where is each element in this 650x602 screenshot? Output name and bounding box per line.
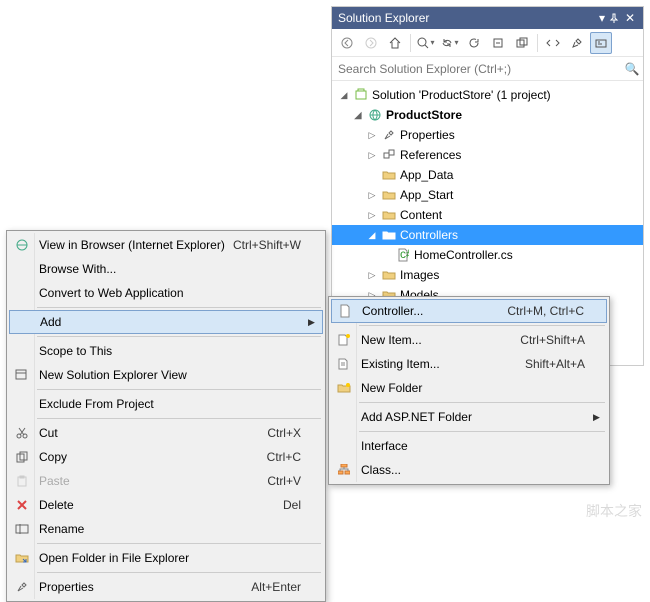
pin-icon[interactable] <box>609 13 623 23</box>
menu-separator <box>359 431 605 432</box>
code-button[interactable] <box>542 32 564 54</box>
folder-open-icon <box>381 227 397 243</box>
menu-interface[interactable]: Interface <box>331 434 607 458</box>
menu-new-view[interactable]: New Solution Explorer View <box>9 363 323 387</box>
menu-new-folder[interactable]: New Folder <box>331 376 607 400</box>
scope-button[interactable] <box>415 32 437 54</box>
home-button[interactable] <box>384 32 406 54</box>
menu-exclude[interactable]: Exclude From Project <box>9 392 323 416</box>
project-node[interactable]: ◢ProductStore <box>332 105 643 125</box>
close-icon[interactable]: ✕ <box>623 7 637 29</box>
menu-separator <box>37 307 321 308</box>
watermark: 脚本之家 <box>586 501 642 521</box>
tree-node-content[interactable]: ▷Content <box>332 205 643 225</box>
tree-node-properties[interactable]: ▷Properties <box>332 125 643 145</box>
menu-class[interactable]: Class... <box>331 458 607 482</box>
paste-icon <box>9 475 35 487</box>
back-button[interactable] <box>336 32 358 54</box>
submenu-arrow-icon: ▶ <box>593 412 607 423</box>
menu-separator <box>37 389 321 390</box>
new-view-icon <box>9 369 35 381</box>
menu-separator <box>359 325 605 326</box>
folder-icon <box>381 207 397 223</box>
menu-properties[interactable]: PropertiesAlt+Enter <box>9 575 323 599</box>
rename-icon <box>9 524 35 534</box>
refresh-button[interactable] <box>463 32 485 54</box>
menu-scope[interactable]: Scope to This <box>9 339 323 363</box>
menu-paste: PasteCtrl+V <box>9 469 323 493</box>
open-folder-icon <box>9 552 35 564</box>
tree-node-references[interactable]: ▷References <box>332 145 643 165</box>
menu-separator <box>37 418 321 419</box>
menu-open-folder[interactable]: Open Folder in File Explorer <box>9 546 323 570</box>
menu-add[interactable]: Add▶ <box>9 310 323 334</box>
properties-button[interactable] <box>566 32 588 54</box>
toolbar-sep <box>410 34 411 52</box>
delete-icon <box>9 499 35 511</box>
panel-menu-icon[interactable]: ▾ <box>595 7 609 29</box>
menu-view-in-browser[interactable]: View in Browser (Internet Explorer)Ctrl+… <box>9 233 323 257</box>
search-box[interactable]: 🔍 <box>332 57 643 81</box>
new-item-icon <box>331 333 357 347</box>
new-folder-icon <box>331 382 357 394</box>
cs-file-icon: c# <box>395 247 411 263</box>
menu-separator <box>37 336 321 337</box>
folder-icon <box>381 267 397 283</box>
class-icon <box>331 464 357 476</box>
sync-button[interactable] <box>439 32 461 54</box>
folder-icon <box>381 167 397 183</box>
menu-controller[interactable]: Controller...Ctrl+M, Ctrl+C <box>331 299 607 323</box>
menu-new-item[interactable]: New Item...Ctrl+Shift+A <box>331 328 607 352</box>
search-input[interactable] <box>332 58 621 80</box>
panel-title-text: Solution Explorer <box>338 7 595 29</box>
tree-node-appdata[interactable]: App_Data <box>332 165 643 185</box>
menu-existing-item[interactable]: Existing Item...Shift+Alt+A <box>331 352 607 376</box>
panel-toolbar <box>332 29 643 57</box>
wrench-icon <box>381 127 397 143</box>
tree-node-images[interactable]: ▷Images <box>332 265 643 285</box>
toolbar-sep2 <box>537 34 538 52</box>
menu-separator <box>37 572 321 573</box>
browser-icon <box>9 238 35 252</box>
menu-convert[interactable]: Convert to Web Application <box>9 281 323 305</box>
collapse-button[interactable] <box>487 32 509 54</box>
forward-button[interactable] <box>360 32 382 54</box>
menu-separator <box>37 543 321 544</box>
submenu-arrow-icon: ▶ <box>308 317 322 328</box>
menu-asp-folder[interactable]: Add ASP.NET Folder▶ <box>331 405 607 429</box>
existing-item-icon <box>331 357 357 371</box>
file-icon <box>332 304 358 318</box>
tree-node-controllers[interactable]: ◢Controllers <box>332 225 643 245</box>
solution-icon <box>353 87 369 103</box>
show-all-button[interactable] <box>511 32 533 54</box>
menu-rename[interactable]: Rename <box>9 517 323 541</box>
tree-node-appstart[interactable]: ▷App_Start <box>332 185 643 205</box>
menu-delete[interactable]: DeleteDel <box>9 493 323 517</box>
context-menu-main: View in Browser (Internet Explorer)Ctrl+… <box>6 230 326 602</box>
panel-titlebar: Solution Explorer ▾ ✕ <box>332 7 643 29</box>
menu-copy[interactable]: CopyCtrl+C <box>9 445 323 469</box>
copy-icon <box>9 451 35 463</box>
folder-icon <box>381 187 397 203</box>
references-icon <box>381 147 397 163</box>
wrench-icon <box>9 581 35 593</box>
menu-separator <box>359 402 605 403</box>
tree-node-file[interactable]: c#HomeController.cs <box>332 245 643 265</box>
search-icon[interactable]: 🔍 <box>621 62 643 76</box>
cut-icon <box>9 427 35 439</box>
solution-node[interactable]: ◢Solution 'ProductStore' (1 project) <box>332 85 643 105</box>
menu-cut[interactable]: CutCtrl+X <box>9 421 323 445</box>
preview-button[interactable] <box>590 32 612 54</box>
project-icon <box>367 107 383 123</box>
menu-browse-with[interactable]: Browse With... <box>9 257 323 281</box>
context-menu-add: Controller...Ctrl+M, Ctrl+C New Item...C… <box>328 296 610 485</box>
svg-text:c#: c# <box>400 248 409 261</box>
